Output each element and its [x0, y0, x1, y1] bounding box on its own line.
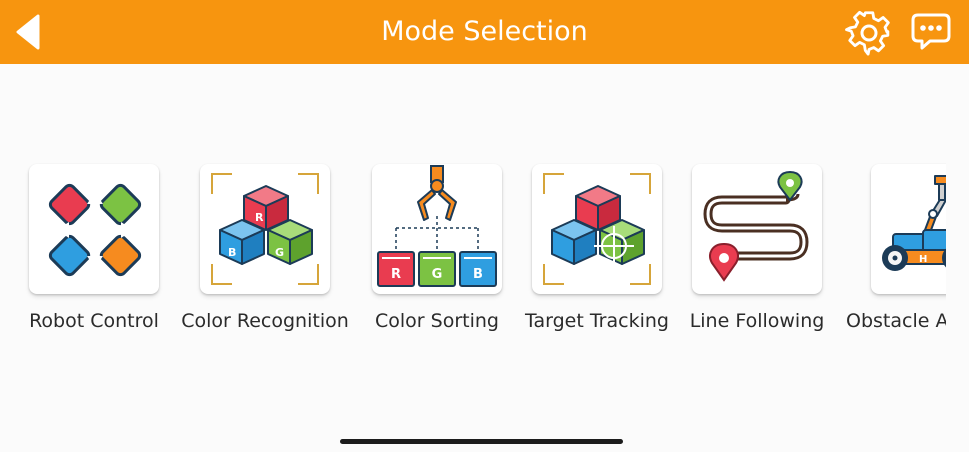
mode-tile — [692, 164, 822, 294]
mode-list: Robot Control R B G Color Recognition R … — [0, 160, 946, 360]
mode-label: Line Following — [689, 310, 825, 332]
cube-letter-b: B — [228, 246, 236, 259]
home-indicator[interactable] — [340, 439, 623, 444]
dpad-icon — [48, 183, 142, 277]
sort-letter-b: B — [473, 267, 483, 282]
path-route-icon — [703, 170, 809, 282]
mode-tile: R B G — [200, 164, 330, 294]
cube-letter-r: R — [255, 211, 264, 224]
mode-label: Color Recognition — [181, 310, 349, 332]
mode-tile: H — [871, 164, 946, 294]
mode-line-following[interactable]: Line Following — [667, 160, 847, 350]
mode-color-sorting[interactable]: R G B Color Sorting — [347, 160, 527, 350]
claw-sorting-icon: R G B — [377, 165, 497, 287]
settings-button[interactable] — [845, 9, 893, 57]
robot-letter-h: H — [919, 254, 927, 265]
cube-letter-g: G — [275, 246, 284, 259]
color-cubes-icon: R B G — [211, 173, 319, 285]
mode-robot-control[interactable]: Robot Control — [10, 160, 190, 350]
mode-obstacle-avoidance[interactable]: H Obstacle A — [846, 160, 946, 350]
target-cubes-icon — [543, 173, 651, 285]
mode-label: Color Sorting — [375, 310, 499, 332]
robot-car-icon: H — [882, 175, 946, 271]
chat-bubble-icon — [911, 13, 951, 50]
sort-letter-g: G — [432, 267, 443, 282]
mode-color-recognition[interactable]: R B G Color Recognition — [175, 160, 355, 350]
mode-label: Robot Control — [29, 310, 159, 332]
mode-target-tracking[interactable]: Target Tracking — [507, 160, 687, 350]
page-title: Mode Selection — [381, 16, 588, 47]
sort-letter-r: R — [391, 267, 401, 282]
mode-label: Obstacle A — [846, 310, 946, 332]
chat-button[interactable] — [910, 11, 952, 53]
gear-icon — [845, 10, 890, 56]
mode-tile: R G B — [372, 164, 502, 294]
mode-tile — [29, 164, 159, 294]
mode-tile — [532, 164, 662, 294]
top-bar: Mode Selection — [0, 0, 969, 64]
mode-label: Target Tracking — [525, 310, 669, 332]
